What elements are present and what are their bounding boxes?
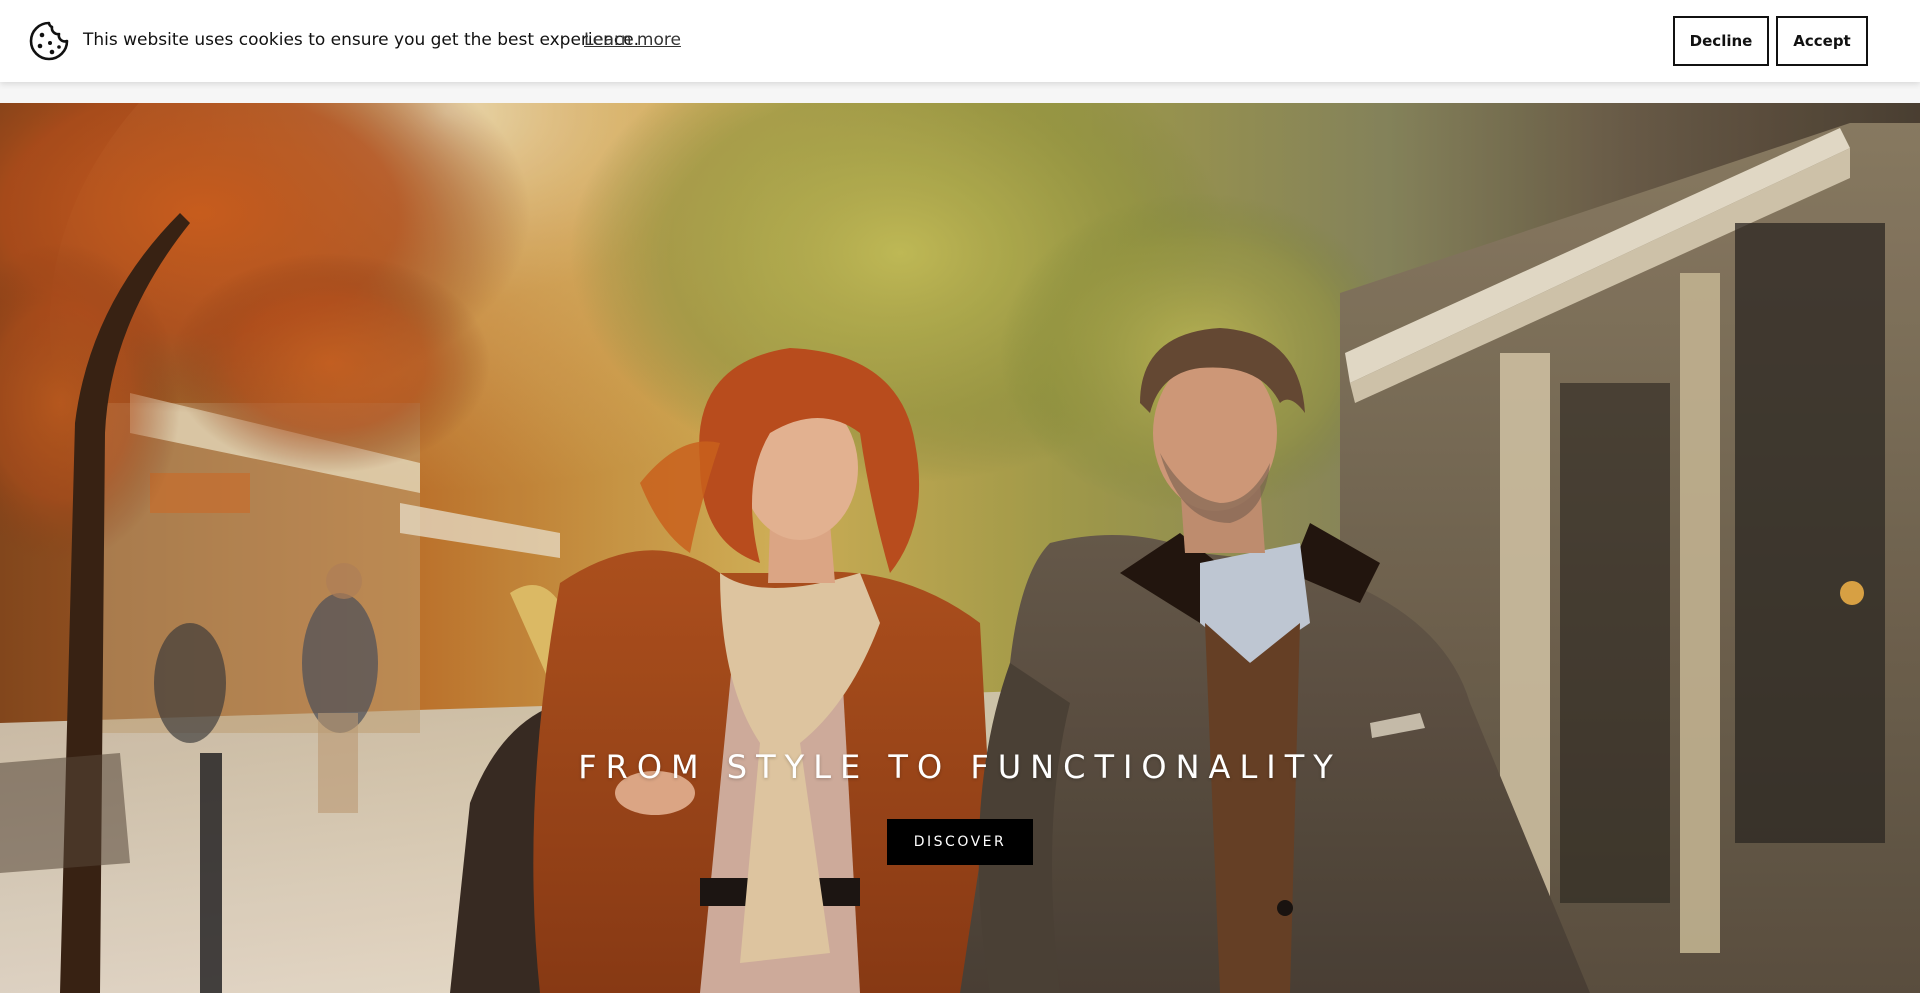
accept-button[interactable]: Accept xyxy=(1776,16,1868,66)
decline-button[interactable]: Decline xyxy=(1673,16,1769,66)
cookie-message: This website uses cookies to ensure you … xyxy=(83,30,640,50)
hero-title: FROM STYLE TO FUNCTIONALITY xyxy=(578,748,1342,786)
cookie-banner: This website uses cookies to ensure you … xyxy=(0,0,1920,82)
learn-more-link[interactable]: Learn more xyxy=(584,28,681,52)
header-strip xyxy=(0,82,1920,103)
cookie-icon xyxy=(29,21,69,61)
discover-button[interactable]: DISCOVER xyxy=(887,819,1033,865)
hero-section: FROM STYLE TO FUNCTIONALITY DISCOVER xyxy=(0,103,1920,993)
